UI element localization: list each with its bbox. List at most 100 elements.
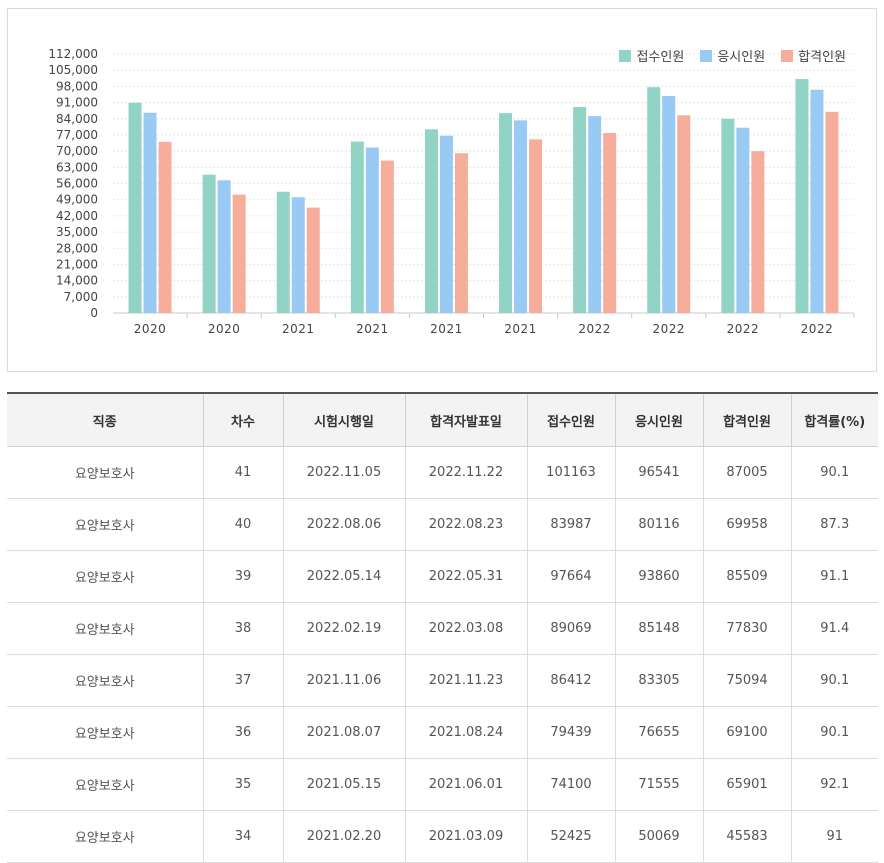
x-tick-label: 2021 xyxy=(356,322,389,336)
legend-swatch xyxy=(619,49,632,62)
y-tick-label: 84,000 xyxy=(56,112,98,126)
table-cell: 91.4 xyxy=(791,602,878,655)
bar xyxy=(662,95,676,313)
table-row: 요양보호사 37 2021.11.06 2021.11.23 86412 83305 750… xyxy=(7,654,878,707)
table-cell: 74100 xyxy=(527,758,616,811)
table-cell: 요양보호사 xyxy=(7,446,204,499)
table-cell: 2021.08.07 xyxy=(283,706,406,759)
table-cell: 40 xyxy=(203,498,284,551)
x-tick-label: 2022 xyxy=(578,322,611,336)
table-cell: 87005 xyxy=(703,446,792,499)
y-tick-label: 91,000 xyxy=(56,96,98,110)
table-header-row: 직종 차수 시험시행일 합격자발표일 접수인원 응시인원 합격인원 합격률(%) xyxy=(7,392,878,447)
y-tick-label: 105,000 xyxy=(48,63,98,77)
table-row: 요양보호사 38 2022.02.19 2022.03.08 89069 85148 778… xyxy=(7,602,878,655)
table-cell: 80116 xyxy=(615,498,704,551)
table-cell: 2022.03.08 xyxy=(405,602,528,655)
bar xyxy=(306,207,320,313)
bar xyxy=(217,180,231,313)
legend-item[interactable]: 합격인원 xyxy=(781,46,846,65)
table-row: 요양보호사 40 2022.08.06 2022.08.23 83987 80116 699… xyxy=(7,498,878,551)
bar xyxy=(143,112,157,313)
y-tick-label: 28,000 xyxy=(56,241,98,255)
bar xyxy=(795,79,809,313)
y-tick-label: 56,000 xyxy=(56,177,98,191)
column-header: 합격자발표일 xyxy=(405,392,528,447)
bar xyxy=(810,89,824,314)
bar xyxy=(380,160,394,313)
table-cell: 96541 xyxy=(615,446,704,499)
table-cell: 86412 xyxy=(527,654,616,707)
bar xyxy=(647,87,661,313)
legend-item[interactable]: 접수인원 xyxy=(619,46,684,65)
y-tick-label: 42,000 xyxy=(56,209,98,223)
table-cell: 69958 xyxy=(703,498,792,551)
bar xyxy=(751,151,765,313)
table-cell: 89069 xyxy=(527,602,616,655)
bar xyxy=(588,116,602,314)
table-row: 요양보호사 36 2021.08.07 2021.08.24 79439 76655 691… xyxy=(7,706,878,759)
bar xyxy=(232,194,246,313)
table-cell: 2022.02.19 xyxy=(283,602,406,655)
table-cell: 2022.05.31 xyxy=(405,550,528,603)
table-cell: 97664 xyxy=(527,550,616,603)
x-tick-label: 2021 xyxy=(282,322,315,336)
table-cell: 101163 xyxy=(527,446,616,499)
table-cell: 85148 xyxy=(615,602,704,655)
y-tick-label: 0 xyxy=(90,306,98,320)
table-cell: 75094 xyxy=(703,654,792,707)
table-cell: 36 xyxy=(203,706,284,759)
bar xyxy=(128,102,142,313)
bar xyxy=(825,111,839,313)
bar xyxy=(276,191,290,313)
legend-item[interactable]: 응시인원 xyxy=(700,46,765,65)
table-cell: 52425 xyxy=(527,810,616,863)
column-header: 접수인원 xyxy=(527,392,616,447)
table-cell: 2022.08.23 xyxy=(405,498,528,551)
bar xyxy=(603,133,617,313)
table-row: 요양보호사 41 2022.11.05 2022.11.22 101163 96541 87… xyxy=(7,446,878,499)
table-cell: 85509 xyxy=(703,550,792,603)
bar xyxy=(350,141,364,313)
table-cell: 요양보호사 xyxy=(7,810,204,863)
table-cell: 39 xyxy=(203,550,284,603)
table-cell: 35 xyxy=(203,758,284,811)
y-tick-label: 49,000 xyxy=(56,193,98,207)
x-tick-label: 2020 xyxy=(134,322,167,336)
table-cell: 2022.11.05 xyxy=(283,446,406,499)
table-cell: 87.3 xyxy=(791,498,878,551)
table-cell: 69100 xyxy=(703,706,792,759)
bar xyxy=(499,113,513,314)
table-cell: 90.1 xyxy=(791,706,878,759)
table-cell: 38 xyxy=(203,602,284,655)
y-tick-label: 98,000 xyxy=(56,79,98,93)
table-cell: 71555 xyxy=(615,758,704,811)
table-cell: 65901 xyxy=(703,758,792,811)
bar xyxy=(721,118,735,313)
table-cell: 요양보호사 xyxy=(7,498,204,551)
table-cell: 2021.05.15 xyxy=(283,758,406,811)
chart-container: 0 7,000 14,000 21,000 28,000 35,000 42,000 49,0… xyxy=(7,8,877,372)
legend-swatch xyxy=(781,49,794,62)
legend-label: 응시인원 xyxy=(717,50,766,65)
table-cell: 2021.02.20 xyxy=(283,810,406,863)
column-header: 합격인원 xyxy=(703,392,792,447)
table-cell: 77830 xyxy=(703,602,792,655)
bar xyxy=(454,153,468,313)
table-cell: 91.1 xyxy=(791,550,878,603)
table-cell: 50069 xyxy=(615,810,704,863)
table-cell: 41 xyxy=(203,446,284,499)
x-tick-label: 2020 xyxy=(208,322,241,336)
bar xyxy=(514,120,528,314)
table-row: 요양보호사 39 2022.05.14 2022.05.31 97664 93860 855… xyxy=(7,550,878,603)
bar xyxy=(573,107,587,313)
table-cell: 76655 xyxy=(615,706,704,759)
bar xyxy=(529,139,543,313)
y-tick-label: 63,000 xyxy=(56,160,98,174)
x-tick-label: 2021 xyxy=(430,322,463,336)
legend-swatch xyxy=(700,49,713,62)
table-cell: 요양보호사 xyxy=(7,758,204,811)
x-tick-label: 2022 xyxy=(727,322,760,336)
y-tick-label: 77,000 xyxy=(56,128,98,142)
bar xyxy=(365,147,379,313)
